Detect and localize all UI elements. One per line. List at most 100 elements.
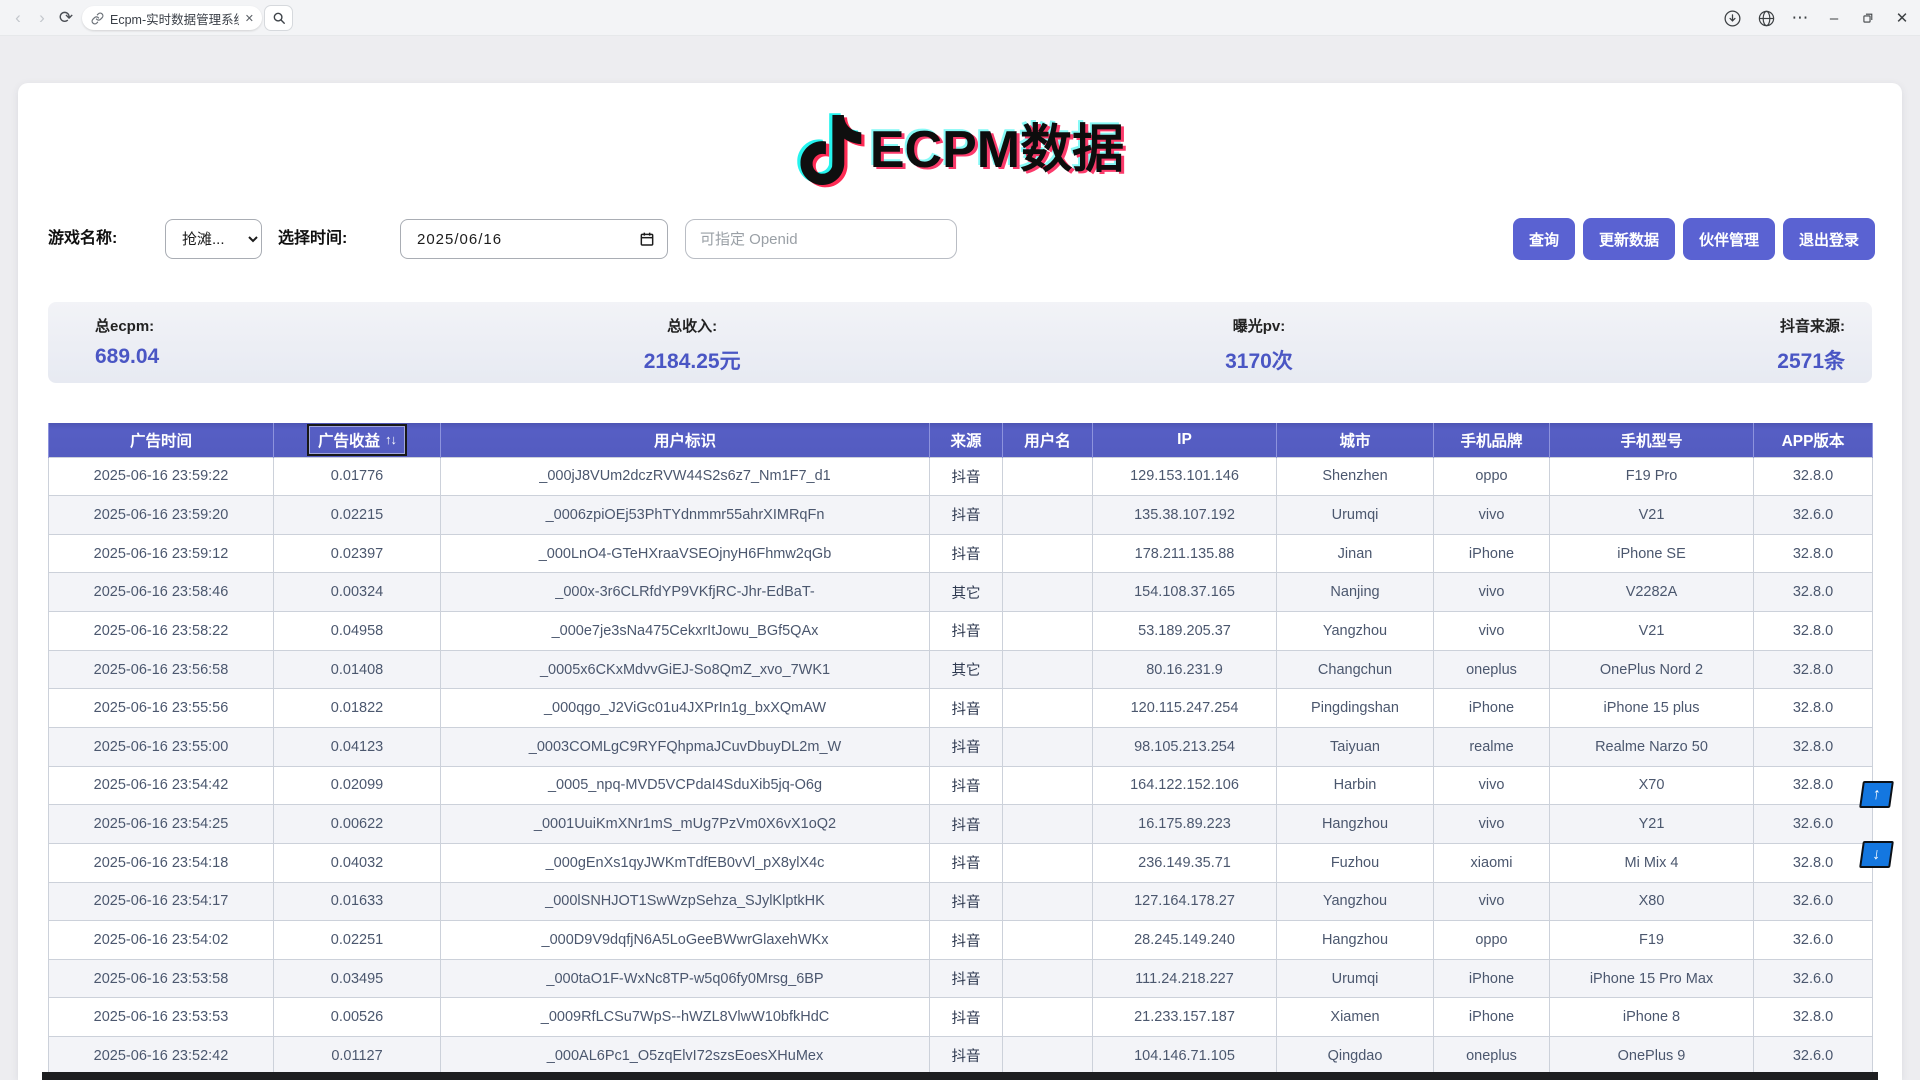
restore-window-icon[interactable]	[1856, 0, 1880, 36]
cell-revenue: 0.02397	[274, 534, 441, 573]
stat-douyin-source: 抖音来源: 2571条	[1777, 315, 1845, 383]
cell-ip: 21.233.157.187	[1093, 998, 1277, 1037]
table-row: 2025-06-16 23:56:580.01408_0005x6CKxMdvv…	[49, 650, 1873, 689]
cell-ip: 98.105.213.254	[1093, 727, 1277, 766]
sort-control[interactable]: 广告收益↑↓	[307, 424, 407, 456]
cell-revenue: 0.01633	[274, 882, 441, 921]
cell-brand: oneplus	[1434, 1037, 1550, 1076]
openid-input[interactable]	[685, 219, 957, 259]
cell-source: 抖音	[930, 612, 1003, 651]
col-header-ip: IP	[1093, 423, 1277, 457]
cell-revenue: 0.00526	[274, 998, 441, 1037]
back-icon[interactable]: ‹	[6, 0, 30, 36]
cell-app_version: 32.8.0	[1754, 534, 1873, 573]
calendar-icon[interactable]	[639, 231, 655, 247]
cell-brand: iPhone	[1434, 689, 1550, 728]
action-buttons: 查询 更新数据 伙伴管理 退出登录	[1513, 218, 1875, 260]
cell-brand: iPhone	[1434, 959, 1550, 998]
minimize-icon[interactable]: –	[1822, 0, 1846, 36]
game-select[interactable]: 抢滩...	[165, 219, 262, 259]
cell-username	[1003, 1037, 1093, 1076]
scroll-to-bottom-button[interactable]: ↓	[1859, 841, 1894, 868]
cell-model: OnePlus 9	[1550, 1037, 1754, 1076]
cell-source: 其它	[930, 650, 1003, 689]
cell-model: iPhone 15 Pro Max	[1550, 959, 1754, 998]
browser-globe-icon[interactable]	[1754, 0, 1778, 36]
query-button[interactable]: 查询	[1513, 218, 1575, 260]
col-header-city: 城市	[1277, 423, 1434, 457]
cell-app_version: 32.6.0	[1754, 805, 1873, 844]
cell-source: 抖音	[930, 882, 1003, 921]
cell-time: 2025-06-16 23:54:17	[49, 882, 274, 921]
table-header-row: 广告时间广告收益↑↓用户标识来源用户名IP城市手机品牌手机型号APP版本	[49, 423, 1873, 457]
cell-time: 2025-06-16 23:53:53	[49, 998, 274, 1037]
col-header-model: 手机型号	[1550, 423, 1754, 457]
game-name-label: 游戏名称:	[48, 218, 117, 260]
table-row: 2025-06-16 23:54:170.01633_000lSNHJOT1Sw…	[49, 882, 1873, 921]
logout-button[interactable]: 退出登录	[1783, 218, 1875, 260]
cell-ip: 104.146.71.105	[1093, 1037, 1277, 1076]
cell-openid: _000e7je3sNa475CekxrItJowu_BGf5QAx	[441, 612, 930, 651]
reload-icon[interactable]: ⟳	[54, 0, 78, 36]
cell-ip: 16.175.89.223	[1093, 805, 1277, 844]
bottom-strip	[42, 1072, 1878, 1080]
date-input[interactable]: 2025/06/16	[400, 219, 668, 259]
cell-city: Pingdingshan	[1277, 689, 1434, 728]
cell-app_version: 32.8.0	[1754, 843, 1873, 882]
stat-value: 3170次	[1225, 345, 1293, 375]
cell-city: Qingdao	[1277, 1037, 1434, 1076]
cell-brand: iPhone	[1434, 998, 1550, 1037]
refresh-data-button[interactable]: 更新数据	[1583, 218, 1675, 260]
cell-openid: _000taO1F-WxNc8TP-w5q06fy0Mrsg_6BP	[441, 959, 930, 998]
forward-icon[interactable]: ›	[30, 0, 54, 36]
cell-openid: _0001UuiKmXNr1mS_mUg7PzVm0X6vX1oQ2	[441, 805, 930, 844]
cell-source: 抖音	[930, 805, 1003, 844]
cell-model: OnePlus Nord 2	[1550, 650, 1754, 689]
search-button[interactable]	[264, 5, 293, 31]
cell-city: Yangzhou	[1277, 882, 1434, 921]
filter-row: 游戏名称: 抢滩... 选择时间: 2025/06/16 查询 更新数据	[18, 218, 1902, 260]
cell-ip: 28.245.149.240	[1093, 921, 1277, 960]
cell-city: Changchun	[1277, 650, 1434, 689]
cell-source: 抖音	[930, 843, 1003, 882]
scroll-to-top-button[interactable]: ↑	[1859, 781, 1894, 808]
close-window-icon[interactable]: ✕	[1890, 0, 1914, 36]
table-row: 2025-06-16 23:59:220.01776_000jJ8VUm2dcz…	[49, 457, 1873, 496]
cell-city: Jinan	[1277, 534, 1434, 573]
cell-revenue: 0.02251	[274, 921, 441, 960]
cell-revenue: 0.01776	[274, 457, 441, 496]
cell-ip: 135.38.107.192	[1093, 496, 1277, 535]
cell-time: 2025-06-16 23:58:46	[49, 573, 274, 612]
address-pill[interactable]: Ecpm-实时数据管理系统 ✕	[82, 6, 262, 30]
menu-ellipsis-icon[interactable]: ⋯	[1788, 0, 1812, 36]
cell-openid: _000lSNHJOT1SwWzpSehza_SJylKlptkHK	[441, 882, 930, 921]
stat-total-ecpm: 总ecpm: 689.04	[95, 315, 159, 383]
cell-time: 2025-06-16 23:55:56	[49, 689, 274, 728]
cell-time: 2025-06-16 23:54:42	[49, 766, 274, 805]
cell-brand: oneplus	[1434, 650, 1550, 689]
col-header-time: 广告时间	[49, 423, 274, 457]
table-row: 2025-06-16 23:52:420.01127_000AL6Pc1_O5z…	[49, 1037, 1873, 1076]
cell-ip: 120.115.247.254	[1093, 689, 1277, 728]
partner-manage-button[interactable]: 伙伴管理	[1683, 218, 1775, 260]
cell-username	[1003, 882, 1093, 921]
cell-source: 抖音	[930, 689, 1003, 728]
table-row: 2025-06-16 23:54:250.00622_0001UuiKmXNr1…	[49, 805, 1873, 844]
ecpm-data-table: 广告时间广告收益↑↓用户标识来源用户名IP城市手机品牌手机型号APP版本 202…	[48, 423, 1873, 1076]
cell-brand: vivo	[1434, 766, 1550, 805]
tab-close-icon[interactable]: ✕	[245, 12, 254, 25]
cell-openid: _000x-3r6CLRfdYP9VKfjRC-Jhr-EdBaT-	[441, 573, 930, 612]
cell-source: 抖音	[930, 496, 1003, 535]
cell-username	[1003, 805, 1093, 844]
download-icon[interactable]	[1720, 0, 1744, 36]
date-value: 2025/06/16	[417, 231, 502, 248]
cell-model: iPhone 15 plus	[1550, 689, 1754, 728]
time-label: 选择时间:	[278, 218, 347, 260]
cell-ip: 127.164.178.27	[1093, 882, 1277, 921]
cell-app_version: 32.6.0	[1754, 1037, 1873, 1076]
cell-openid: _0006zpiOEj53PhTYdnmmr55ahrXIMRqFn	[441, 496, 930, 535]
table-body: 2025-06-16 23:59:220.01776_000jJ8VUm2dcz…	[49, 457, 1873, 1075]
cell-openid: _000D9V9dqfjN6A5LoGeeBWwrGlaxehWKx	[441, 921, 930, 960]
cell-app_version: 32.6.0	[1754, 921, 1873, 960]
cell-ip: 53.189.205.37	[1093, 612, 1277, 651]
